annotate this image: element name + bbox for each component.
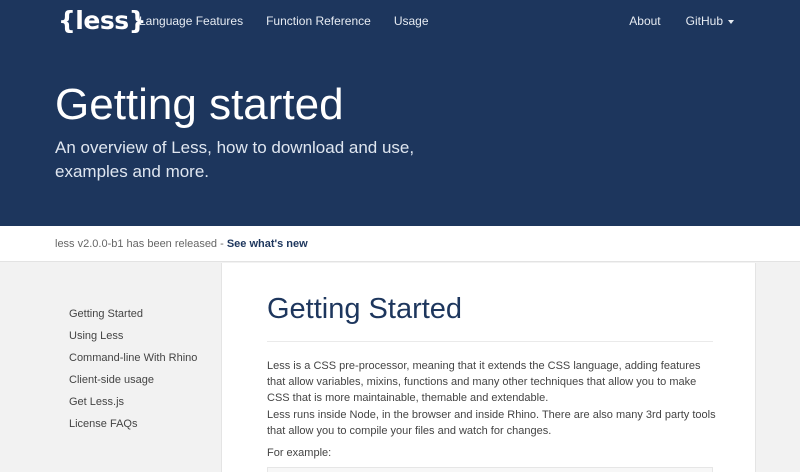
nav-about[interactable]: About [629,14,660,28]
sidebar-item-using-less[interactable]: Using Less [69,330,197,342]
top-navbar: {less} Language Features Function Refere… [0,0,800,44]
sidebar-item-getting-started[interactable]: Getting Started [69,308,197,320]
nav-function-reference[interactable]: Function Reference [266,14,371,28]
sidebar-item-command-line-rhino[interactable]: Command-line With Rhino [69,352,197,364]
release-announcement-bar: less v2.0.0-b1 has been released - See w… [0,226,800,262]
title-divider [267,341,713,342]
sidebar-item-get-lessjs[interactable]: Get Less.js [69,396,197,408]
hero-subtitle: An overview of Less, how to download and… [55,138,415,181]
primary-nav: Language Features Function Reference Usa… [139,14,429,28]
release-message: less v2.0.0-b1 has been released - [55,238,227,250]
sidebar-nav: Getting Started Using Less Command-line … [69,308,197,440]
release-text: less v2.0.0-b1 has been released - See w… [55,238,308,250]
see-whats-new-link[interactable]: See what's new [227,238,308,250]
sidebar-item-license-faqs[interactable]: License FAQs [69,418,197,430]
code-block [267,467,713,472]
example-label: For example: [267,447,332,459]
nav-github-dropdown[interactable]: GitHub [686,14,734,28]
less-logo[interactable]: {less} [58,6,146,35]
secondary-nav: About GitHub [629,14,734,28]
nav-github-label: GitHub [685,14,723,28]
nav-usage[interactable]: Usage [394,14,429,28]
intro-paragraph: Less is a CSS pre-processor, meaning tha… [267,360,701,404]
chevron-down-icon [728,19,734,24]
sidebar-item-client-side-usage[interactable]: Client-side usage [69,374,197,386]
hero-title: Getting started [55,80,344,129]
content-title: Getting Started [267,293,463,325]
runtime-paragraph: Less runs inside Node, in the browser an… [267,409,716,437]
hero-banner: Getting started An overview of Less, how… [0,44,800,226]
main-content: Getting Started Less is a CSS pre-proces… [221,263,756,472]
nav-language-features[interactable]: Language Features [139,14,243,28]
